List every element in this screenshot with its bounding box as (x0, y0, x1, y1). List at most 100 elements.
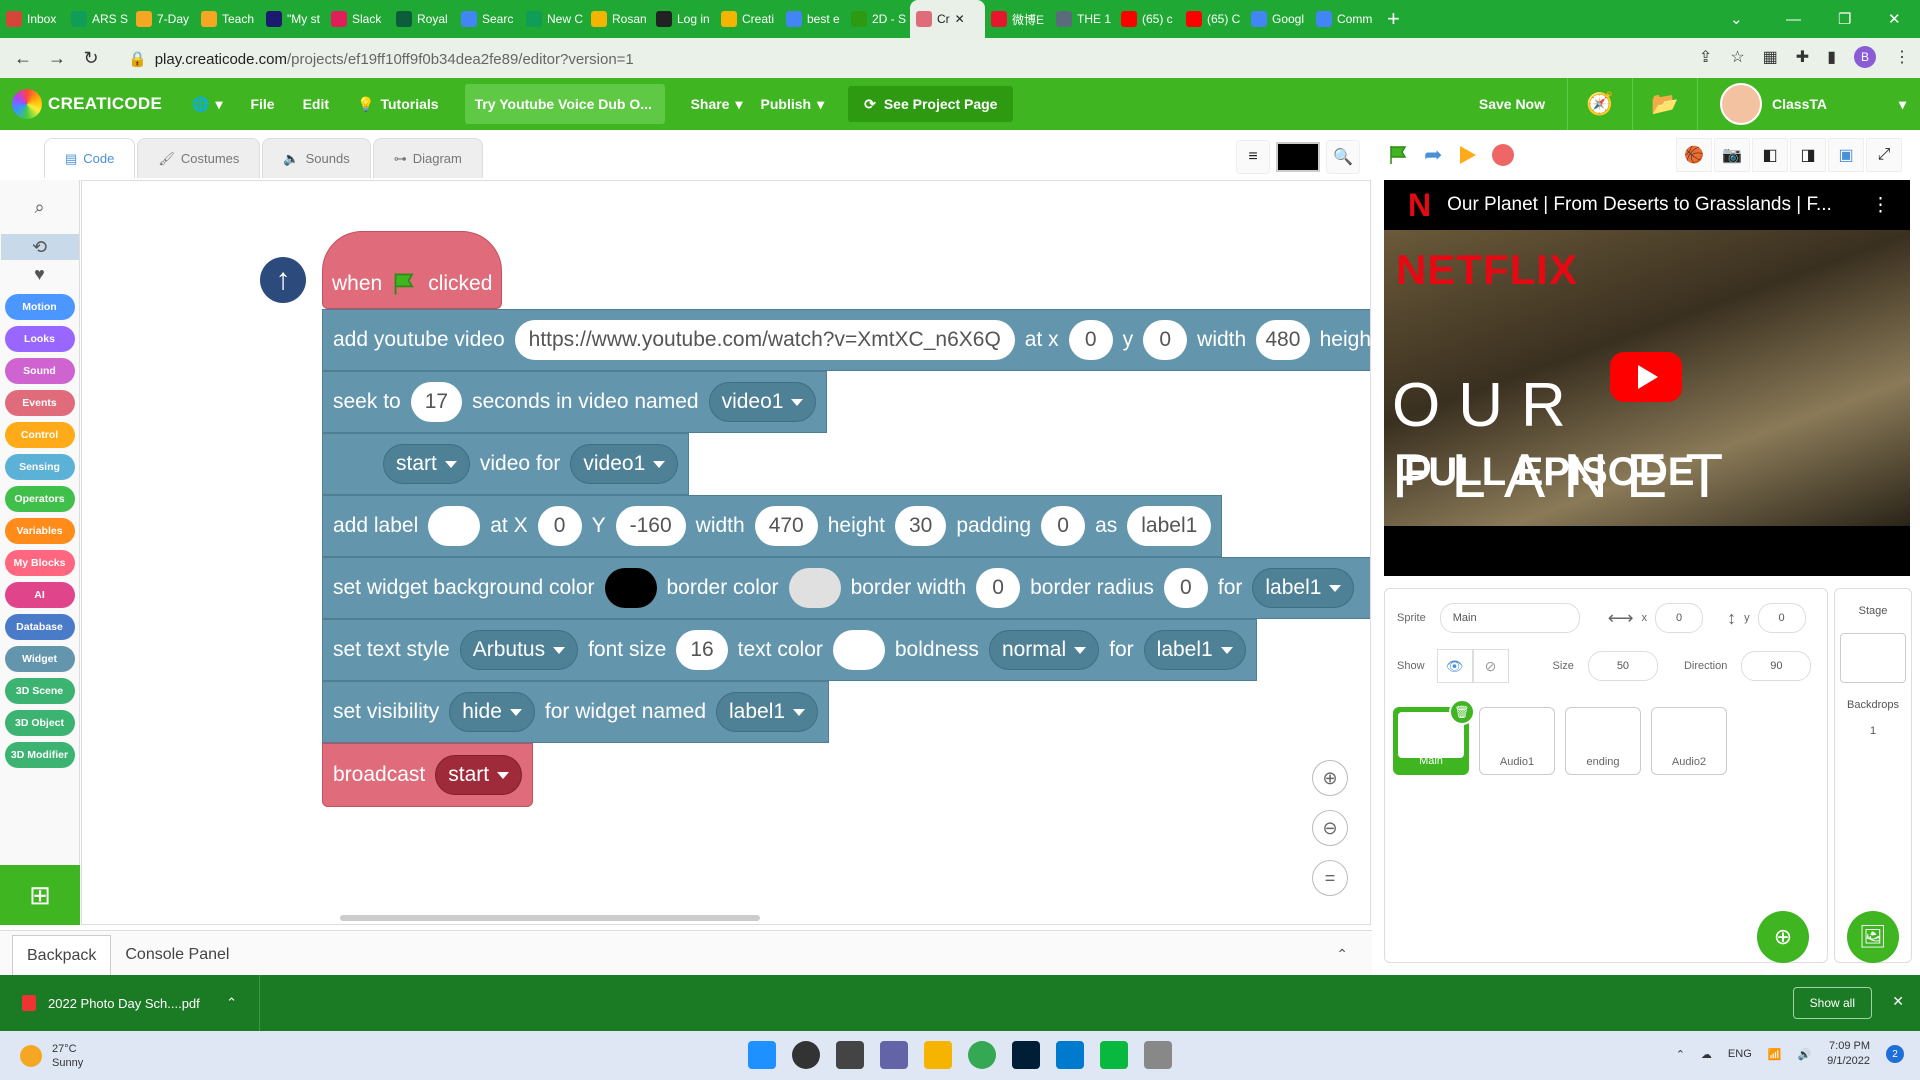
share-menu[interactable]: Share ▾ (677, 78, 757, 130)
search-icon[interactable]: ⌕ (1, 180, 79, 234)
category-looks[interactable]: Looks (4, 326, 75, 352)
see-project-page-button[interactable]: ⟳ See Project Page (848, 86, 1014, 122)
label-padding-input[interactable]: 0 (1041, 506, 1086, 546)
font-dropdown[interactable]: Arbutus (459, 630, 579, 670)
add-extension-button[interactable]: ⊞ (0, 865, 80, 925)
label-height-input[interactable]: 30 (894, 506, 947, 546)
category-operators[interactable]: Operators (4, 486, 75, 512)
compass-icon[interactable]: 🧭 (1568, 78, 1632, 130)
zoom-reset-icon[interactable]: = (1312, 860, 1348, 896)
browser-tab[interactable]: Slack (325, 0, 390, 38)
close-tab-icon[interactable]: ✕ (955, 12, 965, 26)
onedrive-icon[interactable]: ☁ (1701, 1048, 1712, 1061)
sprite-thumb[interactable]: 🗑 Main (1393, 699, 1475, 775)
file-menu[interactable]: File (236, 78, 288, 130)
tutorial-highlight-button[interactable]: Try Youtube Voice Dub O... (464, 84, 665, 124)
show-all-button[interactable]: Show all (1792, 987, 1872, 1019)
seek-seconds-input[interactable]: 17 (410, 382, 463, 422)
background-color-swatch[interactable] (604, 568, 657, 608)
add-youtube-video-block[interactable]: add youtube video https://www.youtube.co… (322, 309, 1370, 371)
visibility-widget-dropdown[interactable]: label1 (716, 692, 819, 732)
align-icon[interactable]: ≡ (1236, 140, 1270, 174)
browser-tab[interactable]: 2D - S (845, 0, 910, 38)
horizontal-scrollbar[interactable] (340, 915, 760, 921)
category-control[interactable]: Control (4, 422, 75, 448)
youtube-url-input[interactable]: https://www.youtube.com/watch?v=XmtXC_n6… (514, 320, 1015, 360)
reload-icon[interactable]: ↻ (74, 48, 108, 69)
edit-menu[interactable]: Edit (289, 78, 343, 130)
teams-icon[interactable] (880, 1041, 908, 1069)
zoom-out-icon[interactable]: ⊖ (1312, 810, 1348, 846)
browser-tab[interactable]: Inbox (0, 0, 65, 38)
lang-label[interactable]: ENG (1728, 1048, 1752, 1060)
publish-menu[interactable]: Publish ▾ (757, 78, 839, 130)
search-icon[interactable]: 🔍 (1326, 140, 1360, 174)
arrow-up-icon[interactable]: ↑ (260, 257, 306, 303)
weather-widget[interactable]: 27°C Sunny (0, 1042, 300, 1070)
add-label-block[interactable]: add label at X 0 Y -160 width 470 height… (322, 495, 1223, 557)
browser-tab[interactable]: Cr ✕ (910, 0, 985, 38)
border-color-swatch[interactable] (788, 568, 841, 608)
save-now-button[interactable]: Save Now (1457, 78, 1567, 130)
add-sprite-button[interactable]: ⊕ (1757, 911, 1809, 963)
share-icon[interactable]: ⇪ (1699, 47, 1712, 67)
visibility-dropdown[interactable]: hide (449, 692, 535, 732)
photoshop-icon[interactable] (1012, 1041, 1040, 1069)
zoom-in-icon[interactable]: ⊕ (1312, 760, 1348, 796)
eye-icon[interactable]: 👁 (1436, 649, 1473, 683)
border-radius-input[interactable]: 0 (1163, 568, 1208, 608)
browser-tab[interactable]: Googl (1245, 0, 1310, 38)
extension-icon[interactable]: ▦ (1763, 47, 1778, 67)
heart-icon[interactable]: ♥ (1, 260, 79, 288)
sprite-thumb[interactable]: Audio2 (1651, 707, 1727, 775)
close-icon[interactable]: ✕ (1892, 993, 1904, 1010)
layout-right-icon[interactable]: ◨ (1790, 138, 1826, 172)
category-my-blocks[interactable]: My Blocks (4, 550, 75, 576)
category-widget[interactable]: Widget (4, 646, 75, 672)
task-view-icon[interactable] (836, 1041, 864, 1069)
eye-off-icon[interactable]: ⊘ (1472, 649, 1509, 683)
wifi-icon[interactable]: 📶 (1768, 1048, 1782, 1061)
tab-console-panel[interactable]: Console Panel (111, 935, 243, 975)
label-x-input[interactable]: 0 (537, 506, 582, 546)
browser-tab[interactable]: Comm (1310, 0, 1375, 38)
creaticode-logo[interactable]: CREATICODE (0, 89, 178, 119)
browser-tab[interactable]: 微博E (985, 0, 1050, 38)
set-visibility-block[interactable]: set visibility hide for widget named lab… (322, 681, 830, 743)
tutorials-button[interactable]: 💡 Tutorials (343, 78, 453, 130)
sprite-thumb[interactable]: Audio1 (1479, 707, 1555, 775)
folder-icon[interactable]: 📂 (1633, 78, 1697, 130)
camera-icon[interactable]: 📷 (1714, 138, 1750, 172)
browser-tab[interactable]: (65) C (1180, 0, 1245, 38)
text-style-widget-dropdown[interactable]: label1 (1143, 630, 1246, 670)
new-tab-button[interactable]: + (1375, 6, 1412, 32)
browser-tab[interactable]: New C (520, 0, 585, 38)
bookmark-star-icon[interactable]: ☆ (1730, 47, 1744, 67)
youtube-play-button[interactable] (1610, 352, 1682, 402)
sprite-y-input[interactable]: 0 (1757, 603, 1806, 633)
start-video-dropdown[interactable]: video1 (570, 444, 679, 484)
wechat-icon[interactable] (1100, 1041, 1128, 1069)
label-y-input[interactable]: -160 (615, 506, 686, 546)
language-globe-button[interactable]: 🌐 ▾ (178, 78, 236, 130)
tab-sounds[interactable]: 🔈 Sounds (262, 138, 371, 178)
stop-icon[interactable] (1492, 144, 1515, 166)
browser-tab[interactable]: 7-Day (130, 0, 195, 38)
play-icon[interactable] (1456, 144, 1478, 166)
layout-left-icon[interactable]: ◧ (1752, 138, 1788, 172)
chevron-up-icon[interactable]: ⌃ (226, 995, 237, 1011)
category-database[interactable]: Database (4, 614, 75, 640)
sprite-thumb[interactable]: ending (1565, 707, 1641, 775)
volume-icon[interactable]: 🔊 (1797, 1048, 1811, 1061)
seek-video-dropdown[interactable]: video1 (708, 382, 817, 422)
browser-tab[interactable]: Searc (455, 0, 520, 38)
youtube-x-input[interactable]: 0 (1068, 320, 1113, 360)
fullscreen-icon[interactable]: ⤢ (1866, 138, 1902, 172)
start-video-block[interactable]: start video for video1 (322, 433, 690, 495)
browser-tab[interactable]: Rosan (585, 0, 650, 38)
category-motion[interactable]: Motion (4, 294, 75, 320)
taskbar-search-icon[interactable] (792, 1041, 820, 1069)
sprite-size-input[interactable]: 50 (1587, 651, 1658, 681)
browser-tab[interactable]: Royal (390, 0, 455, 38)
tab-code[interactable]: ▤ Code (44, 138, 136, 178)
